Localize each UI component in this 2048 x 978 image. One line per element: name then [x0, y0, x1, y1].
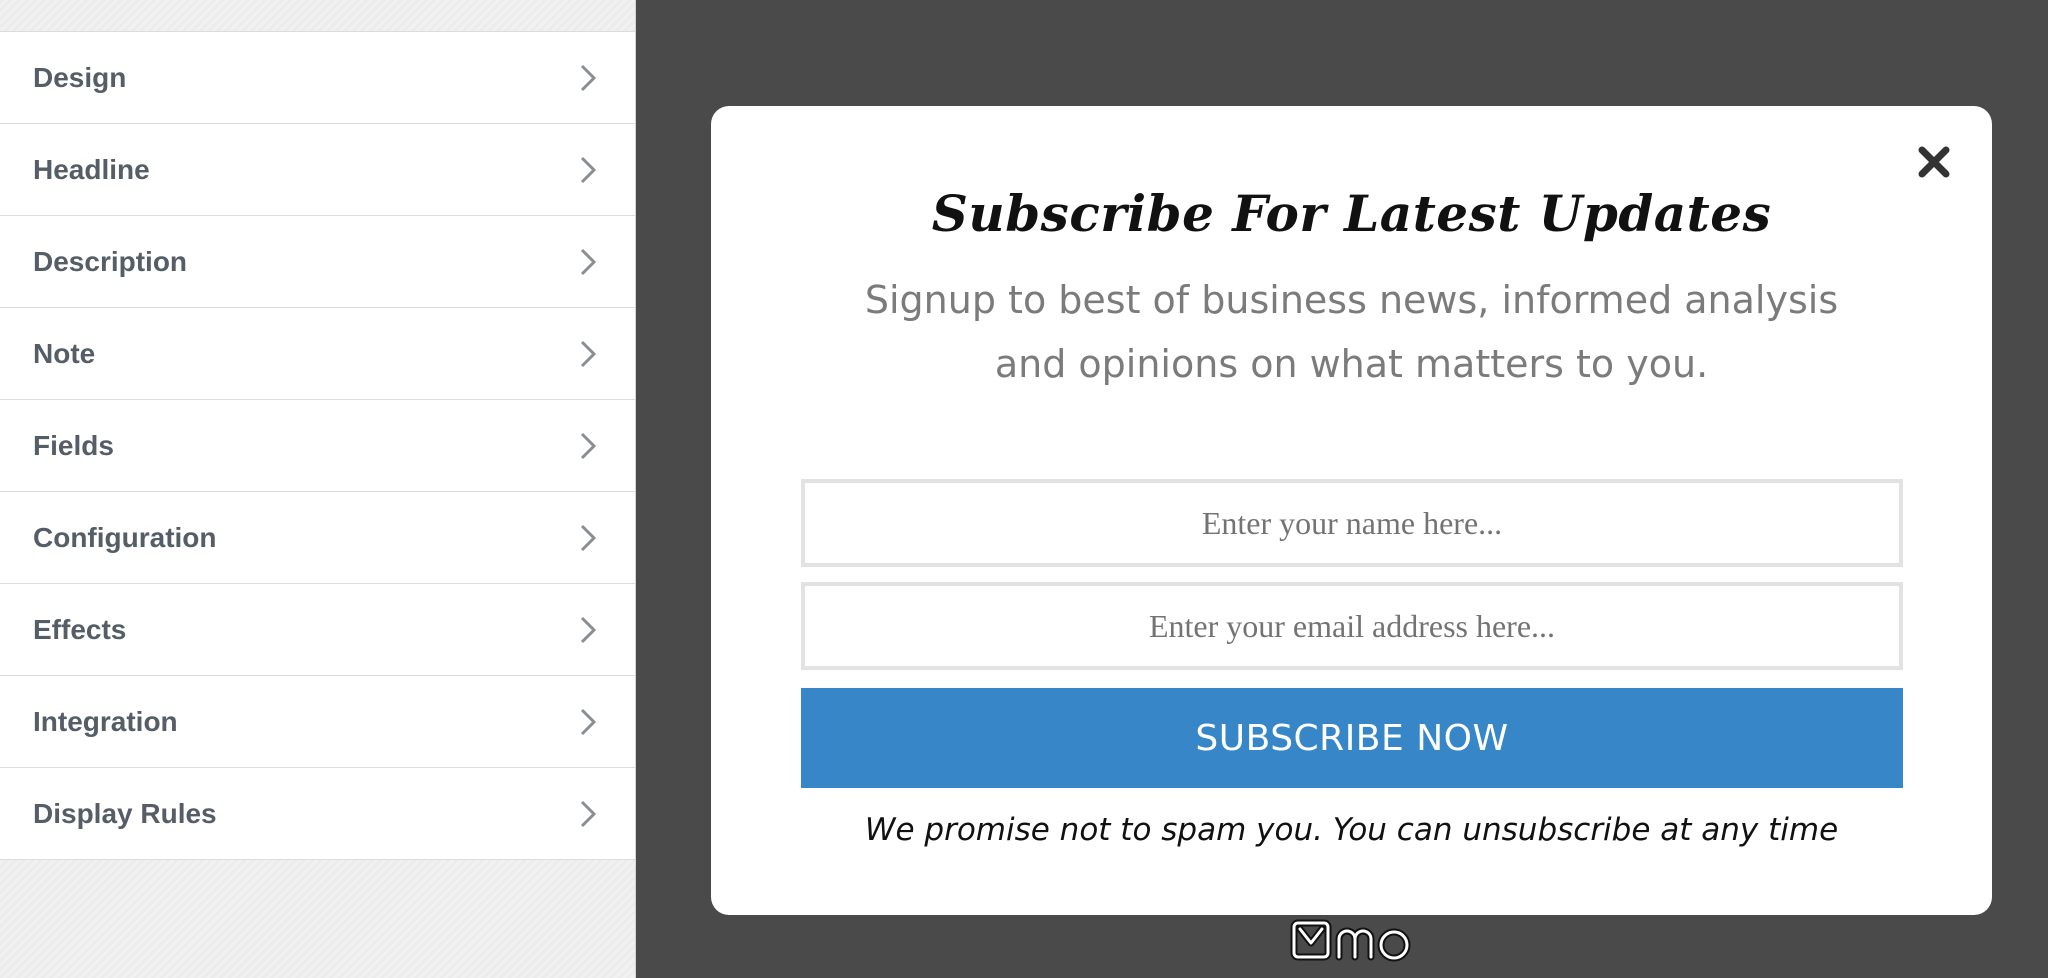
sidebar-item-fields[interactable]: Fields — [0, 400, 635, 492]
chevron-right-icon — [575, 337, 601, 371]
subscribe-popup: Subscribe For Latest Updates Signup to b… — [711, 106, 1992, 915]
sidebar-item-label: Display Rules — [33, 797, 217, 829]
sidebar-item-design[interactable]: Design — [0, 32, 635, 124]
sidebar-item-label: Headline — [33, 153, 150, 185]
popup-note: We promise not to spam you. You can unsu… — [864, 812, 1839, 848]
popup-title: Subscribe For Latest Updates — [931, 184, 1772, 243]
close-icon[interactable] — [1914, 142, 1954, 182]
name-field[interactable] — [801, 479, 1903, 567]
sidebar-item-headline[interactable]: Headline — [0, 124, 635, 216]
sidebar-item-label: Configuration — [33, 521, 217, 553]
sidebar-item-integration[interactable]: Integration — [0, 676, 635, 768]
sidebar-item-display-rules[interactable]: Display Rules — [0, 768, 635, 860]
chevron-right-icon — [575, 797, 601, 831]
chevron-right-icon — [575, 245, 601, 279]
email-field[interactable] — [801, 582, 1903, 670]
popup-description: Signup to best of business news, informe… — [864, 278, 1839, 386]
sidebar-item-label: Description — [33, 245, 188, 277]
chevron-right-icon — [575, 705, 601, 739]
chevron-right-icon — [575, 61, 601, 95]
sidebar-item-description[interactable]: Description — [0, 216, 635, 308]
app-root: Design Headline Description Note Fields … — [0, 0, 2048, 978]
sidebar-menu: Design Headline Description Note Fields … — [0, 31, 635, 860]
chevron-right-icon — [575, 153, 601, 187]
sidebar-item-label: Design — [33, 61, 127, 93]
popup-preview-area: Subscribe For Latest Updates Signup to b… — [636, 0, 2048, 978]
sidebar-item-label: Effects — [33, 613, 127, 645]
sidebar-item-label: Note — [33, 337, 96, 369]
chevron-right-icon — [575, 521, 601, 555]
sidebar-item-label: Fields — [33, 429, 114, 461]
chevron-right-icon — [575, 613, 601, 647]
chevron-right-icon — [575, 429, 601, 463]
subscribe-button[interactable]: SUBSCRIBE NOW — [801, 688, 1903, 788]
sidebar-item-label: Integration — [33, 705, 178, 737]
sidebar-item-configuration[interactable]: Configuration — [0, 492, 635, 584]
sidebar-item-note[interactable]: Note — [0, 308, 635, 400]
settings-sidebar: Design Headline Description Note Fields … — [0, 0, 636, 978]
sidebar-item-effects[interactable]: Effects — [0, 584, 635, 676]
mo-logo-icon — [1289, 917, 1419, 965]
